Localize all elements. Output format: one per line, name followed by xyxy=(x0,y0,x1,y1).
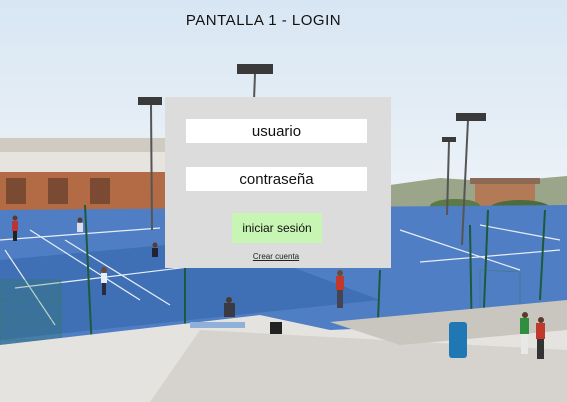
login-panel: iniciar sesión Crear cuenta xyxy=(165,97,391,268)
username-field[interactable] xyxy=(186,119,367,143)
login-button[interactable]: iniciar sesión xyxy=(232,213,322,243)
password-field[interactable] xyxy=(186,167,367,191)
page-title: PANTALLA 1 - LOGIN xyxy=(185,12,342,29)
create-account-link[interactable]: Crear cuenta xyxy=(165,252,387,261)
